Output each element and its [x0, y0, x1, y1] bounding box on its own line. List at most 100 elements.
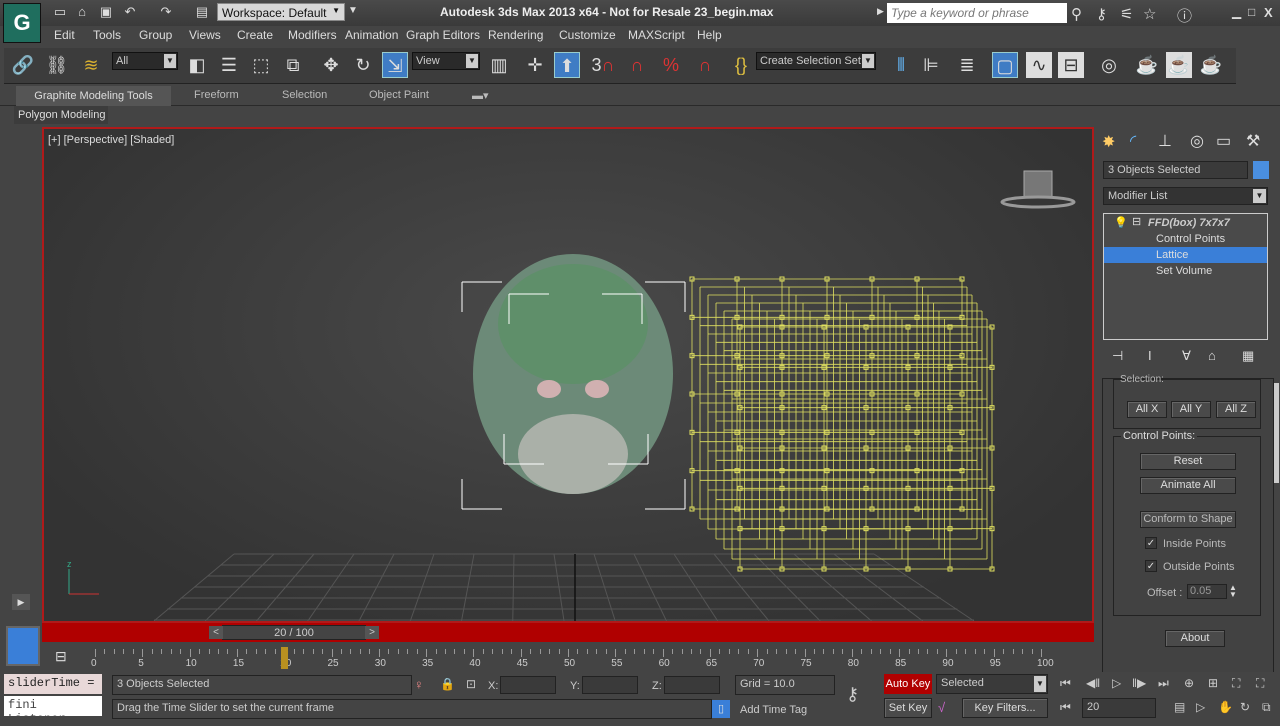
lightbulb-icon[interactable]: 💡	[1114, 216, 1128, 229]
motion-tab-icon[interactable]: ◎	[1190, 131, 1204, 151]
menu-edit[interactable]: Edit	[54, 28, 75, 42]
add-time-tag[interactable]: Add Time Tag	[740, 704, 807, 716]
sub-object-control-points[interactable]: Control Points	[1156, 233, 1225, 245]
select-by-name-icon[interactable]: ☰	[216, 52, 242, 78]
menu-maxscript[interactable]: MAXScript	[628, 28, 685, 42]
go-to-end-icon[interactable]: ⏭	[1158, 676, 1169, 691]
current-frame-marker[interactable]	[281, 647, 289, 669]
maxscript-mini-listener[interactable]: sliderTime =	[4, 674, 102, 694]
modify-tab-icon[interactable]: ◜	[1130, 131, 1136, 151]
remove-modifier-icon[interactable]: ⌂	[1208, 348, 1216, 363]
field-of-view-icon[interactable]: ▷	[1196, 700, 1205, 714]
workspace-dropdown[interactable]: Workspace: Default ▼	[217, 3, 345, 21]
menu-graph-editors[interactable]: Graph Editors	[406, 28, 480, 42]
menu-create[interactable]: Create	[237, 28, 273, 42]
tab-selection[interactable]: Selection	[282, 89, 327, 101]
modifier-list-dropdown[interactable]: Modifier List ▼	[1103, 187, 1268, 205]
object-name-field[interactable]: 3 Objects Selected	[1103, 161, 1248, 179]
expand-panel-icon[interactable]: ▶	[12, 594, 30, 610]
sub-object-lattice[interactable]: Lattice	[1104, 247, 1267, 263]
zoom-extents-all-icon[interactable]: ⛶	[1256, 676, 1264, 691]
time-slider-track[interactable]: < 20 / 100 >	[42, 623, 1094, 642]
menu-modifiers[interactable]: Modifiers	[288, 28, 337, 42]
schematic-view-icon[interactable]: ⊟	[1058, 52, 1084, 78]
all-z-button[interactable]: All Z	[1216, 401, 1256, 418]
about-button[interactable]: About	[1165, 630, 1225, 647]
close-icon[interactable]: X	[1264, 5, 1273, 20]
pivot-center-icon[interactable]: ▥	[486, 52, 512, 78]
maximize-icon[interactable]: □	[1248, 5, 1255, 19]
offset-spinner[interactable]: 0.05	[1187, 584, 1227, 599]
next-frame-icon[interactable]: ‖▶	[1132, 676, 1146, 690]
lock-selection-icon[interactable]: 🔒	[440, 677, 455, 691]
object-color-swatch[interactable]	[1253, 161, 1269, 179]
tab-graphite-modeling-tools[interactable]: Graphite Modeling Tools	[16, 86, 171, 106]
utilities-tab-icon[interactable]: ⚒	[1246, 131, 1260, 151]
menu-views[interactable]: Views	[189, 28, 221, 42]
set-key-button[interactable]: Set Key	[884, 698, 932, 718]
undo-icon[interactable]: ↶	[122, 5, 138, 19]
render-setup-icon[interactable]: ☕	[1134, 52, 1160, 78]
ribbon-options-icon[interactable]: ▬▾	[472, 89, 489, 102]
menu-group[interactable]: Group	[139, 28, 172, 42]
next-frame-button[interactable]: >	[365, 626, 379, 639]
select-object-icon[interactable]: ◧	[184, 52, 210, 78]
viewport-perspective[interactable]: [+] [Perspective] [Shaded] z	[42, 127, 1094, 623]
prev-frame-button[interactable]: <	[209, 626, 223, 639]
display-tab-icon[interactable]: ▭	[1216, 131, 1231, 151]
make-unique-icon[interactable]: ∀	[1182, 348, 1191, 364]
zoom-icon[interactable]: ⊕	[1184, 676, 1194, 690]
current-frame-field[interactable]: 20	[1082, 698, 1156, 718]
spinner-arrows-icon[interactable]: ▲ ▼	[1229, 584, 1237, 599]
orbit-icon[interactable]: ↻	[1240, 700, 1250, 714]
rendered-frame-window-icon[interactable]: ☕	[1166, 52, 1192, 78]
star-icon[interactable]: ☆	[1143, 5, 1156, 23]
unlink-icon[interactable]: ⛓	[44, 52, 70, 78]
rectangular-selection-icon[interactable]: ⬚	[248, 52, 274, 78]
material-editor-icon[interactable]: ◎	[1096, 52, 1122, 78]
animate-all-button[interactable]: Animate All	[1140, 477, 1236, 494]
select-manipulate-icon[interactable]: ✛	[522, 52, 548, 78]
zoom-extents-icon[interactable]: ⛶	[1232, 676, 1240, 691]
key-mode-dropdown[interactable]: Selected ▼	[936, 674, 1048, 694]
reference-coordinate-dropdown[interactable]: View ▼	[412, 52, 480, 70]
time-tag-icon[interactable]: ▯	[712, 700, 730, 718]
maximize-viewport-icon[interactable]: ⧉	[1262, 700, 1271, 715]
menu-tools[interactable]: Tools	[93, 28, 121, 42]
polygon-modeling-panel[interactable]: Polygon Modeling	[14, 106, 108, 124]
zoom-all-icon[interactable]: ⊞	[1208, 676, 1218, 690]
menu-customize[interactable]: Customize	[559, 28, 616, 42]
curve-editor-icon[interactable]: ∿	[1026, 52, 1052, 78]
redo-icon[interactable]: ↷	[158, 5, 174, 19]
binoculars-icon[interactable]: ⚲	[1071, 5, 1082, 23]
bind-space-warp-icon[interactable]: ≋	[78, 52, 104, 78]
go-to-start-icon[interactable]: ⏮	[1060, 676, 1071, 691]
hierarchy-tab-icon[interactable]: ⊥	[1158, 131, 1172, 151]
save-icon[interactable]: ▣	[98, 5, 114, 19]
default-tangent-icon[interactable]: √	[938, 700, 945, 715]
snap-toggle-icon[interactable]: 3∩	[590, 52, 616, 78]
project-folder-icon[interactable]: ▤	[194, 5, 210, 19]
set-key-icon[interactable]: ⚷	[846, 684, 859, 705]
all-x-button[interactable]: All X	[1127, 401, 1167, 418]
link-icon[interactable]: 🔗	[10, 52, 36, 78]
rotate-icon[interactable]: ↻	[350, 52, 376, 78]
maxscript-listener-input[interactable]: fini Listener	[4, 696, 102, 726]
edit-named-selection-icon[interactable]: {}	[728, 52, 754, 78]
tab-freeform[interactable]: Freeform	[194, 89, 239, 101]
expand-search-icon[interactable]: ▶	[877, 6, 884, 17]
tab-object-paint[interactable]: Object Paint	[369, 89, 429, 101]
configure-modifier-sets-icon[interactable]: ▦	[1242, 348, 1254, 364]
inside-points-checkbox[interactable]: ✓	[1145, 537, 1157, 549]
x-coordinate-field[interactable]	[500, 676, 556, 694]
customize-quick-access-icon[interactable]: ▼	[348, 5, 358, 16]
show-end-result-icon[interactable]: I	[1148, 348, 1152, 363]
track-bar[interactable]: 0510152025303540455055606570758085909510…	[90, 645, 1054, 670]
key-icon[interactable]: ⚷	[1096, 5, 1107, 23]
command-panel-scrollbar[interactable]	[1274, 383, 1279, 483]
time-slider[interactable]: < 20 / 100 >	[209, 625, 379, 640]
conform-to-shape-button[interactable]: Conform to Shape	[1140, 511, 1236, 528]
sub-object-set-volume[interactable]: Set Volume	[1156, 265, 1212, 277]
menu-help[interactable]: Help	[697, 28, 722, 42]
absolute-mode-icon[interactable]: ⊡	[466, 677, 476, 691]
